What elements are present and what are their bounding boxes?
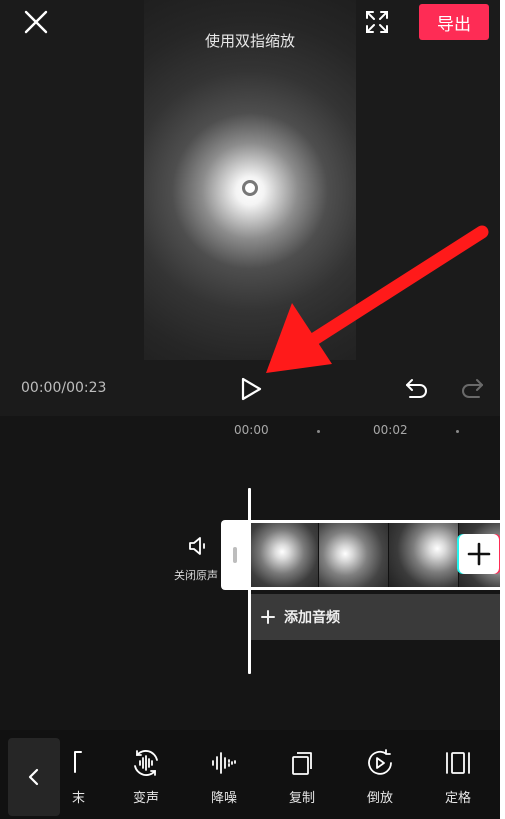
ruler-label-0: 00:00 <box>234 423 269 437</box>
light-bulb <box>242 180 258 196</box>
video-preview[interactable]: 使用双指缩放 <box>144 0 356 360</box>
voice-change-icon <box>134 750 158 776</box>
noise-reduction-icon <box>212 752 236 774</box>
tool-label: 倒放 <box>366 791 393 806</box>
speaker-icon <box>189 537 205 555</box>
chevron-left-icon <box>28 768 39 786</box>
clip-thumbnail <box>389 523 459 587</box>
bottom-toolbar: 末 变声 降噪 复制 倒放 定格 <box>0 730 500 819</box>
play-button[interactable] <box>238 376 264 402</box>
plus-icon <box>261 610 275 624</box>
pinch-zoom-hint: 使用双指缩放 <box>204 32 295 50</box>
close-icon <box>24 10 48 34</box>
clip-thumbnail <box>249 523 319 587</box>
trim-grip <box>233 547 237 563</box>
timeline[interactable]: 00:00 00:02 关闭原声 添加音频 <box>0 416 500 730</box>
clip-thumbnail <box>319 523 389 587</box>
back-button[interactable] <box>8 738 60 816</box>
reverse-icon <box>368 749 392 775</box>
play-icon <box>241 377 262 401</box>
ruler-dot <box>317 430 320 433</box>
tool-label: 复制 <box>288 791 315 806</box>
tool-voice-change[interactable]: 变声 <box>116 730 176 819</box>
close-button[interactable] <box>22 8 50 36</box>
tool-reverse[interactable]: 倒放 <box>350 730 410 819</box>
undo-button[interactable] <box>404 377 430 401</box>
add-audio-button[interactable]: 添加音频 <box>250 594 500 640</box>
playhead[interactable] <box>248 488 251 674</box>
redo-button[interactable] <box>459 377 485 401</box>
plus-icon <box>467 542 491 566</box>
clip-trim-handle[interactable] <box>221 520 249 590</box>
fullscreen-button[interactable] <box>364 9 390 35</box>
mute-original-audio-button[interactable]: 关闭原声 <box>174 534 226 584</box>
add-audio-label: 添加音频 <box>284 610 340 626</box>
freeze-frame-icon <box>446 752 470 774</box>
ruler-dot <box>456 430 459 433</box>
timecode: 00:00/00:23 <box>21 380 107 396</box>
undo-icon <box>406 379 427 398</box>
tool-noise-reduction[interactable]: 降噪 <box>194 730 254 819</box>
fullscreen-icon <box>366 11 388 33</box>
partial-tool[interactable]: 末 <box>70 730 88 819</box>
tool-label: 定格 <box>444 791 471 806</box>
export-button[interactable]: 导出 <box>419 4 489 40</box>
redo-icon <box>462 379 483 398</box>
partial-tool-label: 末 <box>72 791 86 806</box>
ruler-label-1: 00:02 <box>373 423 408 437</box>
tool-copy[interactable]: 复制 <box>272 730 332 819</box>
add-clip-button[interactable] <box>459 534 499 574</box>
video-editor: 使用双指缩放 导出 00:00/00:23 00:00 00:02 关闭原声 添… <box>0 0 500 819</box>
tool-label: 变声 <box>132 791 159 806</box>
copy-icon <box>292 752 312 775</box>
tool-freeze-frame[interactable]: 定格 <box>428 730 488 819</box>
tool-label: 降噪 <box>210 791 237 806</box>
